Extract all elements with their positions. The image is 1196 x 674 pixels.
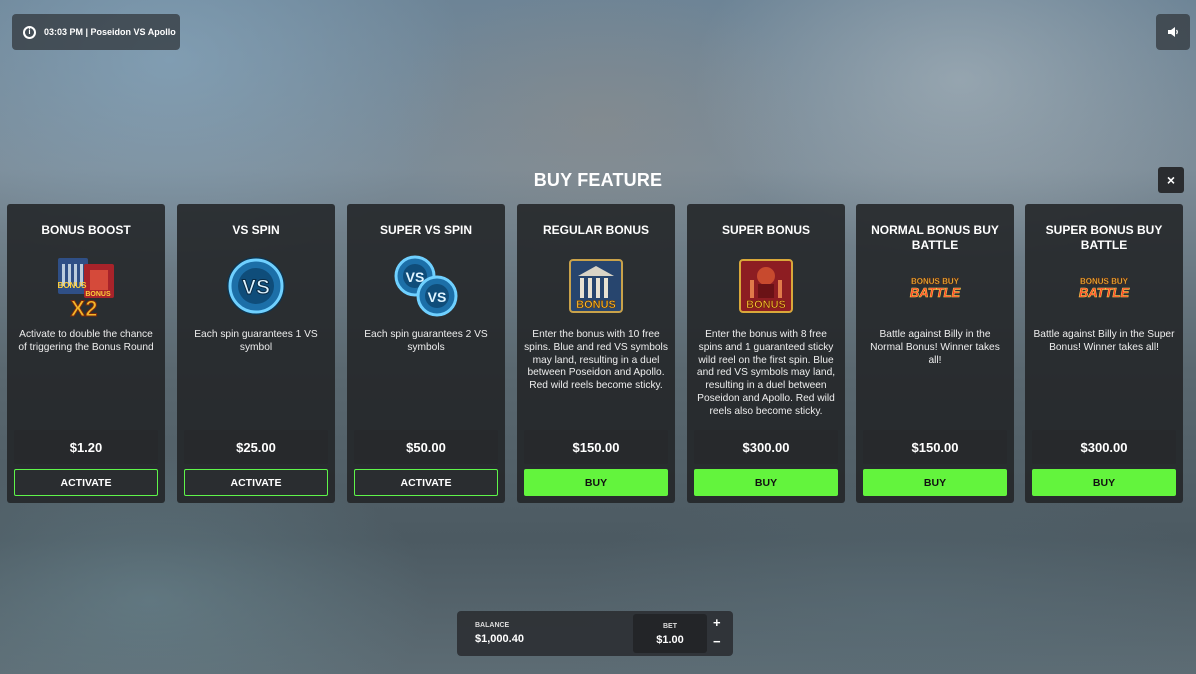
buy-button[interactable]: BUY [863,469,1007,496]
temple-bonus-icon: BONUS [517,254,675,318]
double-vs-symbol-icon: VS VS [347,254,505,318]
buy-button[interactable]: BUY [1032,469,1176,496]
svg-text:BONUS: BONUS [576,299,616,311]
card-price: $150.00 [863,430,1007,464]
svg-text:BONUS: BONUS [58,281,88,290]
bonus-buy-battle-logo: BONUS BUY BATTLE [856,254,1014,318]
feature-card-normal-bonus-buy-battle: NORMAL BONUS BUY BATTLE BONUS BUY BATTLE… [856,204,1014,503]
card-price: $300.00 [1032,430,1176,464]
feature-card-vs-spin: VS SPIN VS Each spin guarantees 1 VS sym… [177,204,335,503]
buy-button[interactable]: BUY [694,469,838,496]
activate-button[interactable]: ACTIVATE [14,469,158,496]
card-title: NORMAL BONUS BUY BATTLE [871,223,999,252]
card-description: Activate to double the chance of trigger… [18,329,154,353]
card-description: Each spin guarantees 2 VS symbols [364,329,488,353]
balance-label: BALANCE [475,622,510,629]
card-price: $1.20 [14,430,158,464]
balance-value: $1,000.40 [475,633,524,645]
bet-label: BET [663,623,677,630]
card-price: $50.00 [354,430,498,464]
feature-card-super-vs-spin: SUPER VS SPIN VS VS Each spin guarantees… [347,204,505,503]
activate-button[interactable]: ACTIVATE [354,469,498,496]
sound-toggle-button[interactable] [1156,14,1190,50]
svg-text:X2: X2 [71,296,98,318]
svg-text:VS: VS [242,276,270,299]
speaker-icon [1168,27,1178,37]
bet-display: BET $1.00 [633,614,707,653]
card-description: Battle against Billy in the Normal Bonus… [870,329,1000,366]
card-title: SUPER VS SPIN [379,223,473,237]
close-button[interactable]: × [1158,167,1184,193]
card-title: SUPER BONUS BUY BATTLE [1045,223,1163,252]
card-description: Enter the bonus with 10 free spins. Blue… [524,329,668,392]
feature-card-bonus-boost: BONUS BOOST BONUS BONUS X2 Activate to d… [7,204,165,503]
card-title: SUPER BONUS [721,223,810,237]
balance-bet-bar: BALANCE $1,000.40 BET $1.00 + − [457,611,733,656]
bet-increase-button[interactable]: + [713,615,721,630]
svg-text:BATTLE: BATTLE [1079,285,1130,300]
card-title: BONUS BOOST [41,223,131,237]
time-and-game-title: 03:03 PM | Poseidon VS Apollo [44,27,176,37]
card-title: REGULAR BONUS [542,223,649,237]
red-temple-bonus-icon: BONUS [687,254,845,318]
bet-value: $1.00 [656,634,684,646]
page-title: BUY FEATURE [533,170,663,190]
game-info-bar[interactable]: i 03:03 PM | Poseidon VS Apollo [12,14,180,50]
card-price: $300.00 [694,430,838,464]
svg-text:VS: VS [428,289,447,305]
svg-text:BONUS: BONUS [746,299,786,311]
card-price: $150.00 [524,430,668,464]
buy-button[interactable]: BUY [524,469,668,496]
card-title: VS SPIN [232,223,280,237]
activate-button[interactable]: ACTIVATE [184,469,328,496]
info-icon[interactable]: i [23,25,36,39]
bet-decrease-button[interactable]: − [713,634,721,649]
svg-text:BATTLE: BATTLE [910,285,961,300]
card-description: Each spin guarantees 1 VS symbol [194,329,318,353]
card-description: Battle against Billy in the Super Bonus!… [1033,329,1175,353]
feature-card-super-bonus: SUPER BONUS BONUS Enter the bonus with 8… [687,204,845,503]
bonus-x2-icon: BONUS BONUS X2 [7,254,165,318]
feature-card-regular-bonus: REGULAR BONUS BONUS Enter the bonus with… [517,204,675,503]
card-price: $25.00 [184,430,328,464]
card-description: Enter the bonus with 8 free spins and 1 … [696,329,836,417]
bonus-buy-battle-logo: BONUS BUY BATTLE [1025,254,1183,318]
feature-card-super-bonus-buy-battle: SUPER BONUS BUY BATTLE BONUS BUY BATTLE … [1025,204,1183,503]
vs-symbol-icon: VS [177,254,335,318]
